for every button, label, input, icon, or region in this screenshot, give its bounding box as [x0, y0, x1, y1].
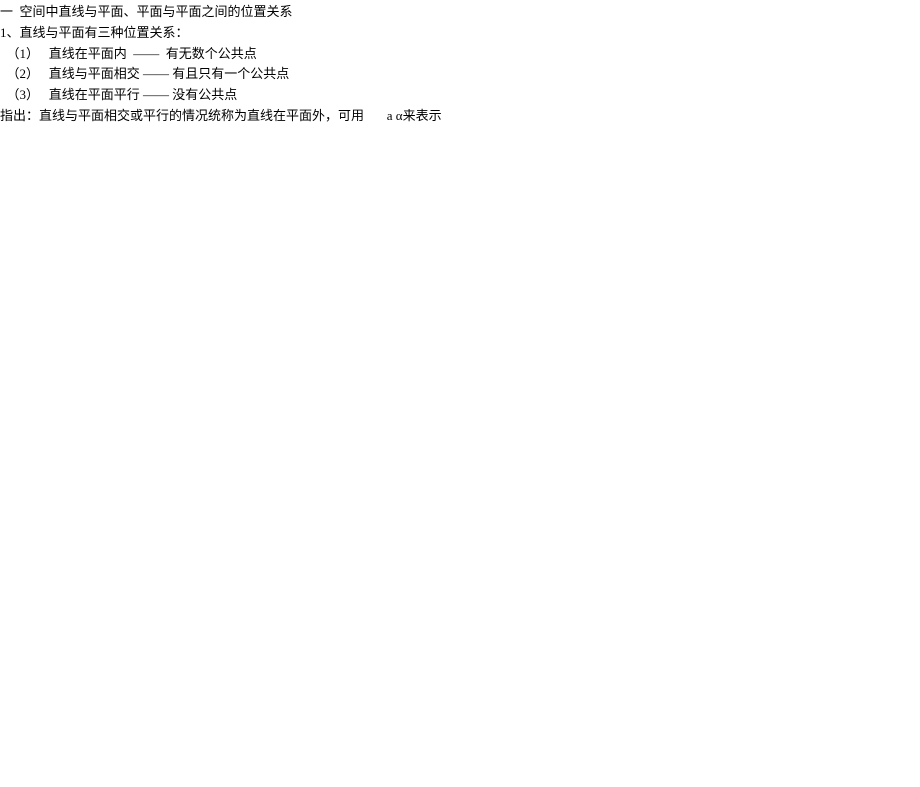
- note-text: 指出：直线与平面相交或平行的情况统称为直线在平面外，可用 a α来表示: [0, 106, 920, 127]
- section-heading: 一 空间中直线与平面、平面与平面之间的位置关系: [0, 2, 920, 23]
- list-item: （1） 直线在平面内 —— 有无数个公共点: [0, 44, 920, 65]
- subsection-heading: 1、直线与平面有三种位置关系：: [0, 23, 920, 44]
- list-item: （2） 直线与平面相交 —— 有且只有一个公共点: [0, 64, 920, 85]
- list-item: （3） 直线在平面平行 —— 没有公共点: [0, 85, 920, 106]
- item-text: （3） 直线在平面平行 —— 没有公共点: [7, 87, 238, 102]
- item-text: （2） 直线与平面相交 —— 有且只有一个公共点: [7, 66, 290, 81]
- item-text: （1） 直线在平面内 —— 有无数个公共点: [7, 46, 257, 61]
